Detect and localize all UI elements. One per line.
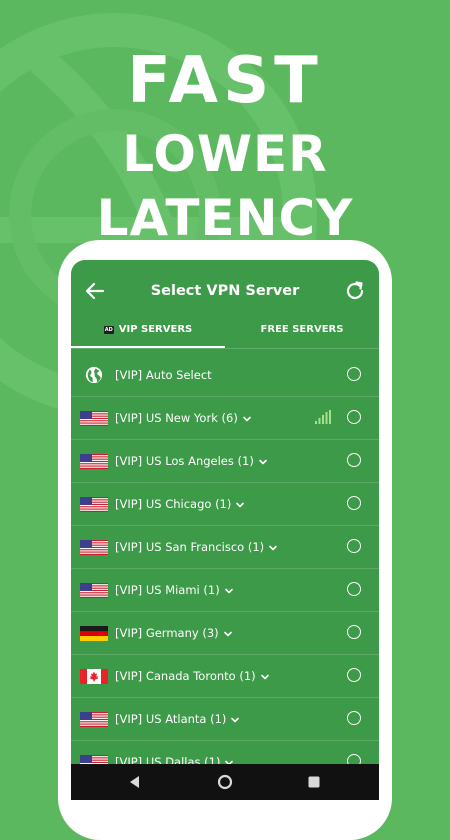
us-flag-icon: [80, 454, 108, 469]
server-label: [VIP] Auto Select: [115, 368, 212, 382]
app-bar: Select VPN Server: [71, 260, 379, 322]
server-row[interactable]: [VIP] Canada Toronto (1): [71, 655, 379, 698]
chevron-down-icon[interactable]: [223, 629, 233, 639]
us-flag-icon: [80, 712, 108, 727]
us-flag-icon: [80, 497, 108, 512]
chevron-down-icon[interactable]: [260, 672, 270, 682]
germany-flag-icon: [80, 626, 108, 641]
server-row[interactable]: [VIP] US Chicago (1): [71, 483, 379, 526]
chevron-down-icon[interactable]: [258, 457, 268, 467]
nav-home-icon[interactable]: [215, 772, 235, 792]
server-radio[interactable]: [347, 625, 361, 639]
server-row[interactable]: [VIP] US San Francisco (1): [71, 526, 379, 569]
tab-vip-servers[interactable]: AD VIP SERVERS: [71, 316, 225, 346]
canada-flag-icon: [80, 669, 108, 684]
chevron-down-icon[interactable]: [235, 500, 245, 510]
server-label: [VIP] US Atlanta (1): [115, 710, 240, 728]
tab-free-servers[interactable]: FREE SERVERS: [225, 316, 379, 346]
back-arrow-icon[interactable]: [83, 279, 107, 303]
ad-badge-icon: AD: [103, 326, 114, 334]
nav-recent-apps-icon[interactable]: [304, 772, 324, 792]
server-row[interactable]: [VIP] US Miami (1): [71, 569, 379, 612]
us-flag-icon: [80, 540, 108, 555]
nav-back-icon[interactable]: [125, 772, 145, 792]
server-label: [VIP] US Chicago (1): [115, 495, 245, 513]
us-flag-icon: [80, 411, 108, 426]
server-row[interactable]: [VIP] US Atlanta (1): [71, 698, 379, 741]
server-label: [VIP] Canada Toronto (1): [115, 667, 270, 685]
chevron-down-icon[interactable]: [224, 586, 234, 596]
tab-vip-label: VIP SERVERS: [118, 324, 193, 335]
server-radio[interactable]: [347, 668, 361, 682]
server-list: [VIP] Auto Select [VIP] US New York (6) …: [71, 354, 379, 784]
system-nav-bar: [71, 764, 379, 800]
server-tabs: AD VIP SERVERS FREE SERVERS: [71, 316, 379, 349]
server-radio[interactable]: [347, 539, 361, 553]
server-radio[interactable]: [347, 582, 361, 596]
server-row[interactable]: [VIP] US New York (6): [71, 397, 379, 440]
chevron-down-icon[interactable]: [268, 543, 278, 553]
server-radio[interactable]: [347, 410, 361, 424]
signal-strength-icon: [315, 410, 331, 424]
server-radio[interactable]: [347, 711, 361, 725]
server-label: [VIP] US Miami (1): [115, 581, 234, 599]
tab-free-label: FREE SERVERS: [260, 324, 344, 335]
server-label: [VIP] US San Francisco (1): [115, 538, 278, 556]
chevron-down-icon[interactable]: [230, 715, 240, 725]
page-title: Select VPN Server: [150, 283, 300, 299]
server-label: [VIP] US Los Angeles (1): [115, 452, 268, 470]
refresh-icon[interactable]: [343, 279, 367, 303]
server-radio[interactable]: [347, 367, 361, 381]
us-flag-icon: [80, 583, 108, 598]
headline-lower-latency: LOWER LATENCY: [96, 125, 354, 247]
server-label: [VIP] US New York (6): [115, 409, 252, 427]
server-radio[interactable]: [347, 453, 361, 467]
headline-fast: FAST: [127, 44, 323, 118]
tab-selected-indicator: [71, 346, 225, 348]
server-row[interactable]: [VIP] US Los Angeles (1): [71, 440, 379, 483]
server-label: [VIP] Germany (3): [115, 624, 233, 642]
server-row[interactable]: [VIP] Germany (3): [71, 612, 379, 655]
globe-icon: [85, 366, 103, 384]
server-row[interactable]: [VIP] Auto Select: [71, 354, 379, 397]
app-screen: Select VPN Server AD VIP SERVERS FREE SER…: [71, 260, 379, 800]
server-radio[interactable]: [347, 496, 361, 510]
chevron-down-icon[interactable]: [242, 414, 252, 424]
